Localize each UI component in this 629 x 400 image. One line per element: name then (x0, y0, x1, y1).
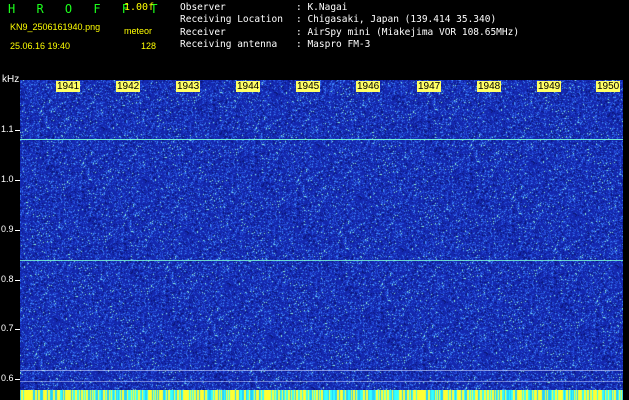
y-tick-label: 1.0 (1, 174, 14, 184)
station-info: Observer: K.Nagai Receiving Location: Ch… (180, 2, 519, 51)
time-label: 1943 (176, 81, 201, 92)
y-tick (15, 230, 20, 231)
time-label: 1946 (356, 81, 381, 92)
y-tick (15, 280, 20, 281)
station-row-observer: Observer: K.Nagai (180, 2, 348, 13)
time-label: 1948 (477, 81, 502, 92)
time-label: 1944 (236, 81, 261, 92)
signal-line-lower (20, 260, 623, 261)
y-tick-label: 1.1 (1, 124, 14, 134)
time-label: 1945 (296, 81, 321, 92)
y-tick (15, 130, 20, 131)
y-tick-label: 0.9 (1, 224, 14, 234)
reference-line-2 (20, 381, 623, 382)
filename-label: KN9_2506161940.png (10, 22, 101, 32)
mode-label: meteor (124, 26, 153, 36)
signal-line-upper (20, 139, 623, 140)
time-label: 1941 (56, 81, 81, 92)
unit-label: kHz (2, 74, 20, 85)
y-tick (15, 329, 20, 330)
datetime-label: 25.06.16 19:40 (10, 41, 71, 51)
y-tick (15, 379, 20, 380)
count-label: 128 (141, 41, 157, 51)
spectrogram-plot (20, 80, 623, 400)
time-label: 1942 (116, 81, 141, 92)
y-tick-label: 0.8 (1, 274, 14, 284)
y-tick-label: 0.6 (1, 373, 14, 383)
version-label: 1.00f (124, 2, 155, 13)
station-row-antenna: Receiving antenna: Maspro FM-3 (180, 38, 371, 50)
y-tick-label: 0.7 (1, 323, 14, 333)
header-panel: H R O F F T 1.00f KN9_2506161940.png met… (0, 0, 629, 80)
time-label: 1949 (537, 81, 562, 92)
reference-line-1 (20, 370, 623, 371)
station-row-receiver: Receiver: AirSpy mini (Miakejima VOR 108… (180, 26, 520, 38)
station-row-location: Receiving Location: Chigasaki, Japan (13… (180, 14, 497, 26)
time-label: 1950 (596, 81, 621, 92)
bottom-intensity-bar (20, 390, 623, 400)
time-label: 1947 (417, 81, 442, 92)
y-tick (15, 180, 20, 181)
